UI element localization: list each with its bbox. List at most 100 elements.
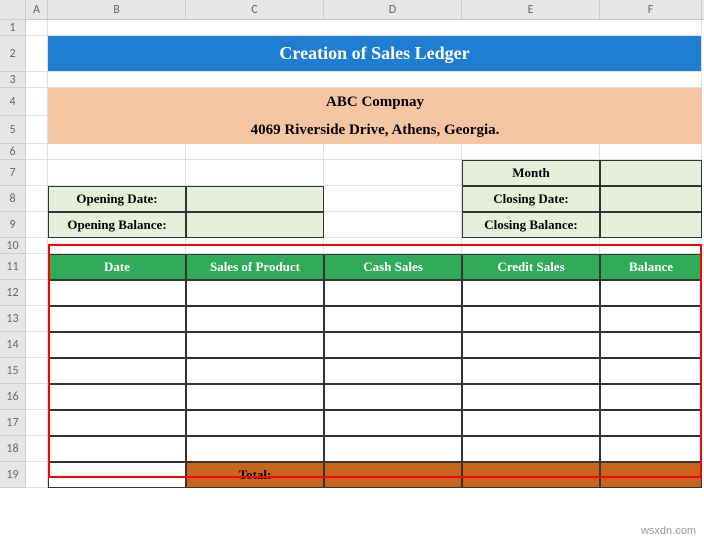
cell[interactable] <box>26 186 48 212</box>
row-header-17[interactable]: 17 <box>0 410 26 436</box>
table-cell[interactable] <box>600 332 702 358</box>
opening-balance-value[interactable] <box>186 212 324 238</box>
table-cell[interactable] <box>186 384 324 410</box>
cell[interactable] <box>26 116 48 144</box>
row-header-12[interactable]: 12 <box>0 280 26 306</box>
table-cell[interactable] <box>324 280 462 306</box>
page-title[interactable]: Creation of Sales Ledger <box>48 36 702 72</box>
col-header-a[interactable]: A <box>26 0 48 19</box>
cell[interactable] <box>324 144 462 160</box>
col-header-d[interactable]: D <box>324 0 462 19</box>
row-header-15[interactable]: 15 <box>0 358 26 384</box>
cell[interactable] <box>26 212 48 238</box>
table-cell[interactable] <box>186 306 324 332</box>
table-cell[interactable] <box>462 332 600 358</box>
table-cell[interactable] <box>600 384 702 410</box>
closing-date-label[interactable]: Closing Date: <box>462 186 600 212</box>
cell[interactable] <box>48 144 186 160</box>
cell[interactable] <box>324 186 462 212</box>
cell[interactable] <box>26 254 48 280</box>
row-header-18[interactable]: 18 <box>0 436 26 462</box>
table-cell[interactable] <box>600 410 702 436</box>
table-cell[interactable] <box>462 436 600 462</box>
cell[interactable] <box>26 20 48 36</box>
table-cell[interactable] <box>600 306 702 332</box>
cell[interactable] <box>26 238 48 254</box>
col-header-f[interactable]: F <box>600 0 702 19</box>
closing-date-value[interactable] <box>600 186 702 212</box>
month-value[interactable] <box>600 160 702 186</box>
th-cash-sales[interactable]: Cash Sales <box>324 254 462 280</box>
table-cell[interactable] <box>324 306 462 332</box>
row-header-13[interactable]: 13 <box>0 306 26 332</box>
row-header-1[interactable]: 1 <box>0 20 26 36</box>
cell[interactable] <box>186 160 324 186</box>
cell[interactable] <box>324 212 462 238</box>
row-header-14[interactable]: 14 <box>0 332 26 358</box>
cell[interactable] <box>186 238 324 254</box>
table-cell[interactable] <box>324 436 462 462</box>
company-address[interactable]: 4069 Riverside Drive, Athens, Georgia. <box>48 116 702 144</box>
cell[interactable] <box>48 72 702 88</box>
table-cell[interactable] <box>324 384 462 410</box>
table-cell[interactable] <box>324 332 462 358</box>
cell[interactable] <box>462 144 600 160</box>
row-header-2[interactable]: 2 <box>0 36 26 72</box>
cell[interactable] <box>462 238 600 254</box>
row-header-8[interactable]: 8 <box>0 186 26 212</box>
table-cell[interactable] <box>48 462 186 488</box>
table-cell[interactable] <box>324 358 462 384</box>
month-label[interactable]: Month <box>462 160 600 186</box>
row-header-5[interactable]: 5 <box>0 116 26 144</box>
cell[interactable] <box>26 306 48 332</box>
opening-date-label[interactable]: Opening Date: <box>48 186 186 212</box>
table-cell[interactable] <box>186 358 324 384</box>
cell[interactable] <box>26 160 48 186</box>
th-balance[interactable]: Balance <box>600 254 702 280</box>
cell[interactable] <box>600 238 702 254</box>
table-cell[interactable] <box>462 410 600 436</box>
col-header-c[interactable]: C <box>186 0 324 19</box>
cell[interactable] <box>26 436 48 462</box>
company-name[interactable]: ABC Compnay <box>48 88 702 116</box>
total-balance[interactable] <box>600 462 702 488</box>
cell[interactable] <box>26 72 48 88</box>
cell[interactable] <box>26 462 48 488</box>
col-header-b[interactable]: B <box>48 0 186 19</box>
cell[interactable] <box>48 160 186 186</box>
corner-cell[interactable] <box>0 0 26 19</box>
opening-date-value[interactable] <box>186 186 324 212</box>
cell[interactable] <box>26 36 48 72</box>
opening-balance-label[interactable]: Opening Balance: <box>48 212 186 238</box>
total-label[interactable]: Total: <box>186 462 324 488</box>
row-header-10[interactable]: 10 <box>0 238 26 254</box>
row-header-9[interactable]: 9 <box>0 212 26 238</box>
total-cash[interactable] <box>324 462 462 488</box>
table-cell[interactable] <box>600 436 702 462</box>
table-cell[interactable] <box>48 436 186 462</box>
cell[interactable] <box>26 410 48 436</box>
table-cell[interactable] <box>600 280 702 306</box>
cell[interactable] <box>48 238 186 254</box>
cell[interactable] <box>26 384 48 410</box>
table-cell[interactable] <box>186 332 324 358</box>
cell[interactable] <box>26 144 48 160</box>
cell[interactable] <box>26 88 48 116</box>
closing-balance-value[interactable] <box>600 212 702 238</box>
cell[interactable] <box>26 358 48 384</box>
table-cell[interactable] <box>462 280 600 306</box>
row-header-4[interactable]: 4 <box>0 88 26 116</box>
col-header-e[interactable]: E <box>462 0 600 19</box>
table-cell[interactable] <box>186 280 324 306</box>
table-cell[interactable] <box>600 358 702 384</box>
cell[interactable] <box>48 20 702 36</box>
table-cell[interactable] <box>462 358 600 384</box>
table-cell[interactable] <box>324 410 462 436</box>
table-cell[interactable] <box>462 384 600 410</box>
table-cell[interactable] <box>48 280 186 306</box>
th-sales-product[interactable]: Sales of Product <box>186 254 324 280</box>
th-date[interactable]: Date <box>48 254 186 280</box>
table-cell[interactable] <box>186 436 324 462</box>
row-header-11[interactable]: 11 <box>0 254 26 280</box>
cell[interactable] <box>26 332 48 358</box>
